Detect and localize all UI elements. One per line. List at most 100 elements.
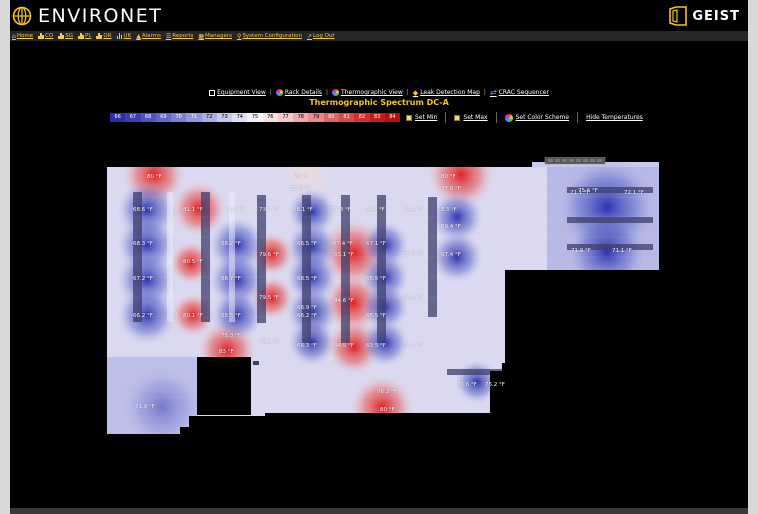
- temperature-reading[interactable]: 68.3 °F: [437, 207, 457, 213]
- rack-details-link[interactable]: Rack Details: [275, 89, 322, 96]
- temperature-reading[interactable]: 66.5 °F: [366, 313, 386, 319]
- temperature-reading[interactable]: 66.1 °F: [293, 207, 313, 213]
- temperature-reading[interactable]: 71.6 °F: [457, 382, 477, 388]
- temperature-reading[interactable]: 66.5 °F: [297, 241, 317, 247]
- temperature-reading[interactable]: 77.8 °F: [331, 207, 351, 213]
- color-wheel-icon: [332, 89, 340, 96]
- temperature-reading[interactable]: 73.9 °F: [259, 207, 279, 213]
- equipment-view-link[interactable]: Equipment View: [209, 89, 266, 96]
- nav-item-pl[interactable]: PL: [78, 33, 91, 39]
- wrench-icon: ⚲: [237, 32, 242, 40]
- temperature-reading[interactable]: 71.1 °F: [612, 248, 632, 254]
- temperature-reading[interactable]: 75.5 °F: [290, 186, 310, 192]
- nav-item-label: Home: [16, 33, 34, 39]
- temperature-reading[interactable]: 77.0 °F: [441, 186, 461, 192]
- nav-item-label: Reports: [172, 33, 194, 39]
- scale-step: 78: [293, 113, 309, 122]
- nav-item-or[interactable]: OR: [96, 33, 112, 39]
- nav-item-sg[interactable]: SG: [58, 33, 73, 39]
- temperature-reading[interactable]: 67.4 °F: [333, 241, 353, 247]
- temperature-reading[interactable]: 66.7 °F: [221, 276, 241, 282]
- status-bar: [10, 508, 748, 514]
- temperature-reading[interactable]: 68.3 °F: [133, 241, 153, 247]
- set-min-button[interactable]: Set Min: [406, 114, 437, 121]
- temperature-reading[interactable]: 67.4 °F: [441, 252, 461, 258]
- temperature-reading[interactable]: 74.4 °F: [403, 207, 423, 213]
- equipment-view-icon: [209, 89, 216, 96]
- temperature-reading[interactable]: 80 °F: [441, 174, 456, 180]
- thermal-floor-map[interactable]: 80 °F 76 °F 80 °F 75.5 °F 77.0 °F 75.6 °F 71.1…: [107, 157, 659, 434]
- set-color-scheme-button[interactable]: Set Color Scheme: [504, 113, 569, 122]
- temperature-reading[interactable]: 67.2 °F: [133, 276, 153, 282]
- bell-icon: ▲: [136, 32, 141, 40]
- scale-step: 82: [354, 113, 370, 122]
- temperature-reading[interactable]: 66.2 °F: [133, 313, 153, 319]
- temperature-reading[interactable]: 75.2 °F: [485, 382, 505, 388]
- temperature-reading[interactable]: 71.1 °F: [570, 190, 590, 196]
- temperature-reading[interactable]: 80.1 °F: [183, 313, 203, 319]
- temperature-reading[interactable]: 69.5 °F: [366, 343, 386, 349]
- nav-item-system-configuration[interactable]: ⚲ System Configuration: [237, 33, 302, 40]
- scale-step: 76: [262, 113, 278, 122]
- temperature-reading[interactable]: 76 °F: [294, 174, 309, 180]
- nav-item-reports[interactable]: ☰ Reports: [166, 33, 194, 40]
- temperature-reading[interactable]: 79.5 °F: [259, 295, 279, 301]
- temperature-reading[interactable]: 72.1 °F: [624, 190, 644, 196]
- nav-item-label: SG: [65, 33, 73, 39]
- temperature-reading[interactable]: 66.9 °F: [297, 305, 317, 311]
- temperature-reading[interactable]: 71.9 °F: [571, 248, 591, 254]
- hide-temperatures-button[interactable]: Hide Temperatures: [586, 114, 643, 121]
- temperature-reading[interactable]: 71.9 °F: [135, 404, 155, 410]
- scale-step: 74: [232, 113, 248, 122]
- nav-item-home[interactable]: ⌂ Home: [12, 33, 33, 40]
- temperature-reading[interactable]: 68.5 °F: [297, 276, 317, 282]
- temperature-reading[interactable]: 72.1 °F: [259, 339, 279, 345]
- temperature-reading[interactable]: 67.1 °F: [366, 241, 386, 247]
- temperature-reading[interactable]: 83.1 °F: [334, 252, 354, 258]
- bar-chart-icon: [116, 33, 123, 39]
- temperature-reading[interactable]: 75.3 °F: [221, 333, 241, 339]
- nav-item-alarms[interactable]: ▲ Alarms: [136, 33, 161, 40]
- scale-step: 73: [216, 113, 233, 122]
- nav-item-uk[interactable]: UK: [116, 33, 131, 39]
- scale-step: 71: [186, 113, 202, 122]
- environet-logo[interactable]: ENVIRONET: [12, 5, 162, 27]
- temperature-reading[interactable]: 73.4 °F: [403, 295, 423, 301]
- geist-logo: GEIST: [667, 5, 740, 27]
- temperature-reading[interactable]: 66.5 °F: [366, 276, 386, 282]
- bar-chart-icon: [78, 33, 84, 39]
- thermographic-view-link[interactable]: Thermographic View: [332, 89, 403, 96]
- temperature-reading[interactable]: 74.4 °F: [365, 207, 385, 213]
- separator: |: [483, 89, 486, 96]
- temperature-reading[interactable]: 69.4 °F: [441, 224, 461, 230]
- color-wheel-icon: [504, 113, 513, 122]
- temperature-reading[interactable]: 80 °F: [147, 174, 162, 180]
- temperature-reading[interactable]: 68.2 °F: [221, 241, 241, 247]
- leak-detection-map-link[interactable]: ◆ Leak Detection Map: [413, 89, 480, 97]
- temperature-reading[interactable]: 68.5 °F: [221, 313, 241, 319]
- nav-item-label: Managers: [205, 33, 233, 39]
- temperature-reading[interactable]: 84.6 °F: [334, 298, 354, 304]
- temperature-reading[interactable]: 83 °F: [219, 349, 234, 355]
- temperature-reading[interactable]: 74.0 °F: [225, 207, 245, 213]
- temperature-reading[interactable]: 66.3 °F: [297, 343, 317, 349]
- temperature-reading[interactable]: 68.6 °F: [133, 207, 153, 213]
- temperature-reading[interactable]: 80 °F: [380, 407, 395, 413]
- nav-item-co[interactable]: CO: [38, 33, 53, 39]
- set-max-icon: [454, 114, 461, 121]
- temperature-reading[interactable]: 74.7 °F: [403, 343, 423, 349]
- color-wheel-icon: [275, 89, 283, 96]
- nav-item-log-out[interactable]: ↗ Log Out: [307, 33, 335, 40]
- temperature-reading[interactable]: 84.5 °F: [334, 343, 354, 349]
- temperature-reading[interactable]: 75.7 °F: [403, 252, 423, 258]
- temperature-reading[interactable]: 79.6 °F: [259, 252, 279, 258]
- temperature-reading[interactable]: 80.5 °F: [183, 259, 203, 265]
- nav-item-label: PL: [85, 33, 92, 39]
- set-max-button[interactable]: Set Max: [454, 114, 488, 121]
- home-icon: ⌂: [12, 32, 16, 40]
- temperature-reading[interactable]: 66.2 °F: [297, 313, 317, 319]
- crac-sequencer-link[interactable]: ⇄ CRAC Sequencer: [490, 88, 549, 97]
- temperature-reading[interactable]: 81.1 °F: [183, 207, 203, 213]
- temperature-reading[interactable]: 76.2 °F: [377, 389, 397, 395]
- nav-item-managers[interactable]: ▦ Managers: [198, 33, 232, 40]
